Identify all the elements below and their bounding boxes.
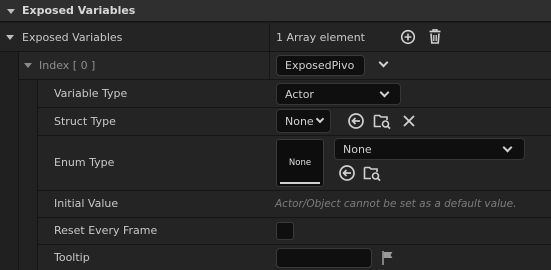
tooltip-row: Tooltip: [38, 245, 551, 270]
index-row: Index [ 0 ] ExposedPivo: [19, 52, 551, 79]
struct-type-combo[interactable]: None: [276, 109, 331, 133]
enum-thumbnail[interactable]: None: [276, 139, 324, 187]
array-row: Exposed Variables 1 Array element: [0, 23, 551, 51]
reset-every-frame-label: Reset Every Frame: [54, 224, 158, 237]
struct-type-value: None: [285, 115, 314, 128]
enum-browse-folder-icon[interactable]: [363, 164, 382, 182]
enum-thumbnail-label: None: [288, 158, 312, 168]
initial-value-label: Initial Value: [54, 197, 119, 210]
section-header-exposed-variables[interactable]: Exposed Variables: [0, 0, 551, 22]
index-dropdown-chevron-icon[interactable]: [378, 57, 389, 68]
enum-type-row: Enum Type None None: [38, 136, 551, 190]
index-label: Index [ 0 ]: [39, 59, 96, 72]
variable-type-label: Variable Type: [54, 87, 128, 100]
enum-type-value: None: [343, 143, 372, 156]
struct-type-row: Struct Type None: [38, 108, 551, 135]
variable-type-value: Actor: [285, 88, 314, 101]
chevron-down-icon: [379, 87, 390, 98]
reset-every-frame-row: Reset Every Frame: [38, 218, 551, 244]
enum-use-selected-icon[interactable]: [338, 164, 356, 182]
struct-type-label: Struct Type: [54, 115, 116, 128]
enum-type-combo[interactable]: None: [334, 138, 525, 160]
localization-flag-icon[interactable]: [381, 250, 395, 266]
clear-icon[interactable]: [402, 114, 416, 128]
enum-type-label: Enum Type: [54, 156, 115, 169]
chevron-down-icon: [315, 114, 325, 124]
delete-all-icon[interactable]: [427, 28, 443, 45]
collapse-arrow-icon[interactable]: [7, 9, 15, 14]
chevron-down-icon: [502, 142, 513, 153]
array-count: 1 Array element: [276, 31, 365, 44]
browse-folder-icon[interactable]: [373, 112, 392, 130]
tree-indent-guide-2: [19, 80, 37, 270]
initial-value-row: Initial Value Actor/Object cannot be set…: [38, 191, 551, 217]
tooltip-field[interactable]: [276, 248, 372, 268]
initial-value-hint: Actor/Object cannot be set as a default …: [275, 198, 517, 210]
array-expand-arrow-icon[interactable]: [6, 35, 14, 40]
variable-type-combo[interactable]: Actor: [276, 83, 401, 105]
index-expand-arrow-icon[interactable]: [24, 63, 32, 68]
variable-type-row: Variable Type Actor: [38, 80, 551, 107]
add-element-icon[interactable]: [400, 29, 416, 45]
reset-every-frame-checkbox[interactable]: [276, 222, 294, 240]
index-name-value: ExposedPivo: [285, 59, 355, 72]
tooltip-label: Tooltip: [54, 251, 90, 264]
array-label: Exposed Variables: [22, 31, 123, 44]
index-name-field[interactable]: ExposedPivo: [276, 55, 365, 76]
use-selected-icon[interactable]: [347, 112, 365, 130]
tree-indent-guide: [0, 52, 18, 270]
section-title: Exposed Variables: [22, 4, 136, 17]
